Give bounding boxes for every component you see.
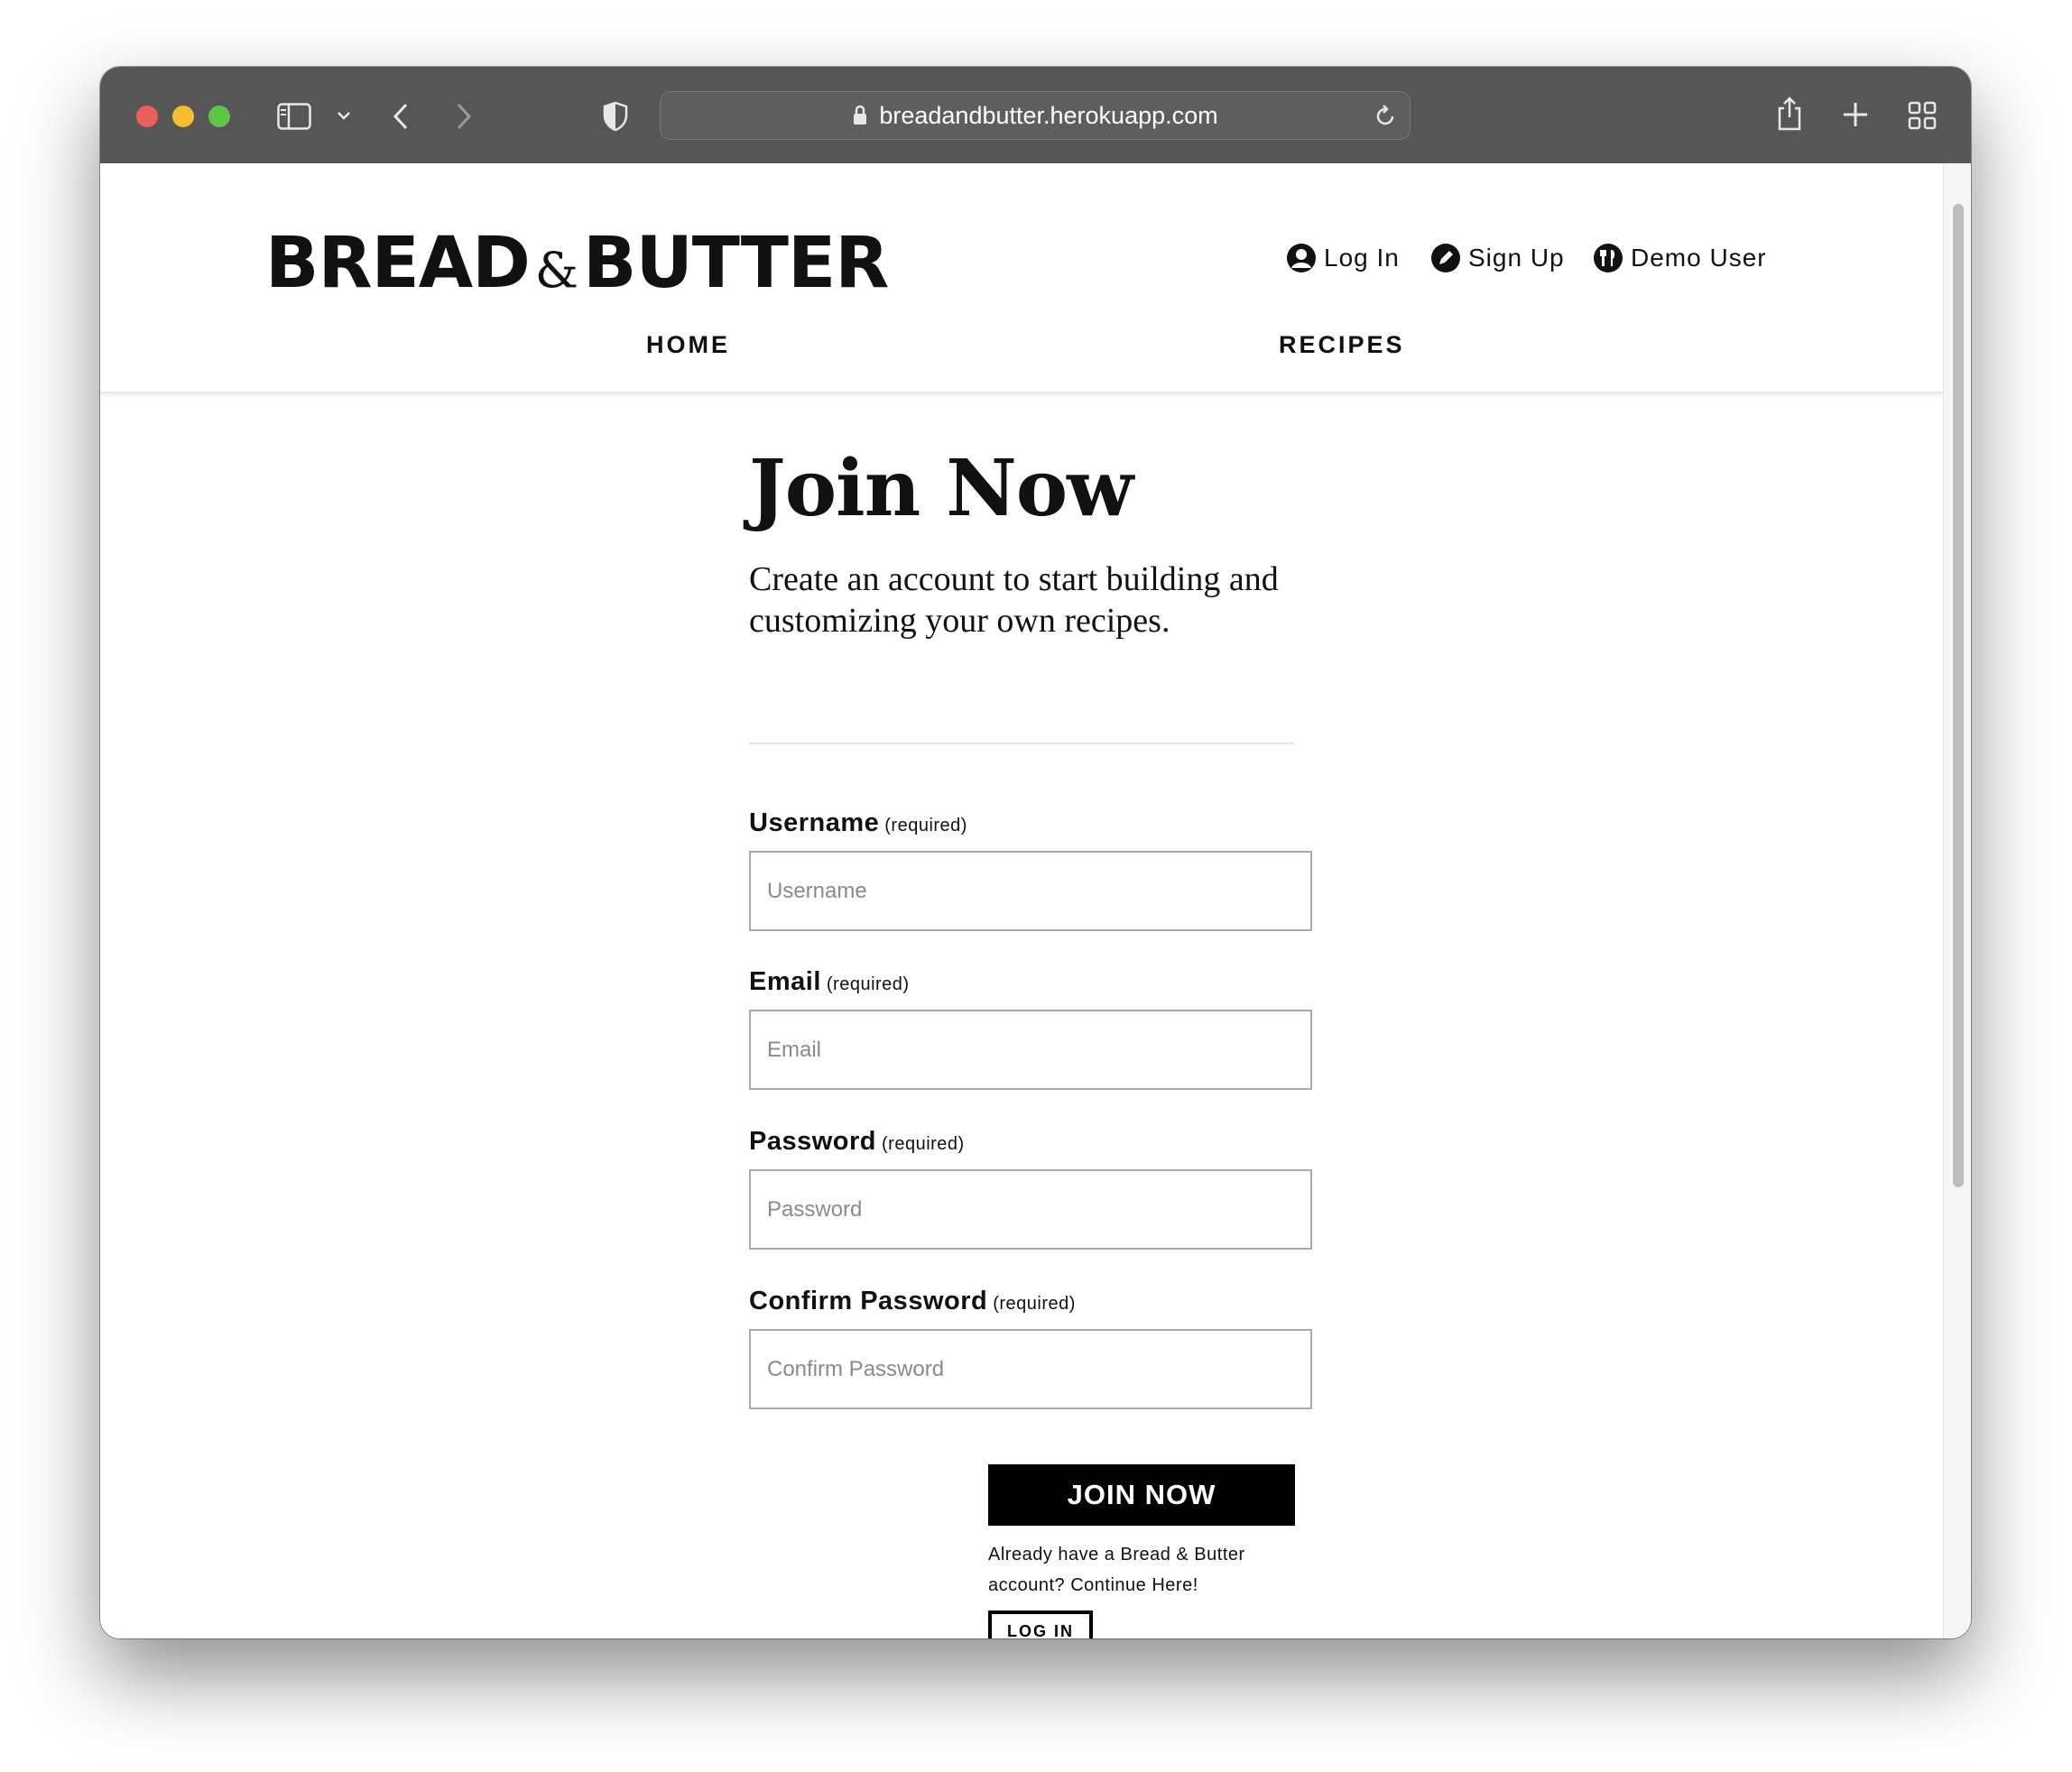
tab-overview-icon[interactable] bbox=[1906, 99, 1938, 132]
required-note: (required) bbox=[884, 816, 967, 835]
privacy-shield-icon[interactable] bbox=[600, 98, 631, 134]
pen-circle-icon bbox=[1430, 243, 1461, 273]
logo-word-bread: BREAD bbox=[265, 223, 531, 304]
logo-ampersand: & bbox=[534, 242, 578, 299]
close-window-button[interactable] bbox=[136, 106, 158, 127]
required-note: (required) bbox=[882, 1134, 965, 1154]
demo-user-link[interactable]: Demo User bbox=[1593, 243, 1767, 273]
utensils-circle-icon bbox=[1593, 243, 1623, 273]
logo-word-butter: BUTTER bbox=[583, 223, 889, 304]
signup-link[interactable]: Sign Up bbox=[1430, 243, 1565, 273]
username-label: Username (required) bbox=[749, 808, 967, 837]
username-input[interactable] bbox=[749, 851, 1312, 931]
demo-user-link-label: Demo User bbox=[1631, 244, 1767, 272]
page-title: Join Now bbox=[749, 443, 1133, 534]
site-header: BREAD &BUTTER Log In Sign Up Demo User H… bbox=[100, 163, 1944, 393]
new-tab-icon[interactable] bbox=[1840, 99, 1871, 130]
password-input[interactable] bbox=[749, 1169, 1312, 1250]
password-label: Password (required) bbox=[749, 1127, 965, 1156]
web-page: BREAD &BUTTER Log In Sign Up Demo User H… bbox=[100, 163, 1944, 1638]
login-button[interactable]: LOG IN bbox=[988, 1610, 1093, 1638]
sidebar-toggle-icon[interactable] bbox=[276, 98, 312, 134]
url-text: breadandbutter.herokuapp.com bbox=[879, 101, 1218, 129]
site-logo[interactable]: BREAD &BUTTER bbox=[265, 223, 889, 304]
share-icon[interactable] bbox=[1773, 92, 1806, 135]
reload-icon[interactable] bbox=[1374, 103, 1397, 134]
nav-home[interactable]: HOME bbox=[646, 331, 730, 359]
join-now-button[interactable]: JOIN NOW bbox=[988, 1464, 1295, 1526]
required-note: (required) bbox=[826, 974, 910, 994]
page-subtitle: Create an account to start building and … bbox=[749, 560, 1279, 640]
back-icon[interactable] bbox=[387, 98, 414, 134]
signup-link-label: Sign Up bbox=[1468, 244, 1565, 272]
scrollbar-thumb[interactable] bbox=[1953, 204, 1964, 1187]
forward-icon[interactable] bbox=[450, 98, 477, 134]
chevron-down-icon[interactable] bbox=[333, 105, 355, 126]
nav-recipes[interactable]: RECIPES bbox=[1279, 331, 1405, 359]
already-have-account-text: Already have a Bread & Butter account? C… bbox=[988, 1545, 1245, 1595]
zoom-window-button[interactable] bbox=[208, 106, 230, 127]
confirm-password-label: Confirm Password (required) bbox=[749, 1287, 1076, 1315]
scrollbar[interactable] bbox=[1943, 163, 1971, 1638]
confirm-password-input[interactable] bbox=[749, 1329, 1312, 1409]
required-note: (required) bbox=[993, 1294, 1076, 1314]
login-link-label: Log In bbox=[1324, 244, 1400, 272]
address-bar[interactable]: breadandbutter.herokuapp.com bbox=[660, 91, 1411, 140]
email-label: Email (required) bbox=[749, 967, 910, 996]
user-circle-icon bbox=[1286, 243, 1317, 273]
browser-window: breadandbutter.herokuapp.com BREAD &BUTTE… bbox=[100, 67, 1971, 1638]
lock-icon bbox=[852, 105, 868, 126]
email-input[interactable] bbox=[749, 1010, 1312, 1090]
divider bbox=[749, 743, 1294, 744]
minimize-window-button[interactable] bbox=[172, 106, 194, 127]
login-link[interactable]: Log In bbox=[1286, 243, 1400, 273]
browser-toolbar: breadandbutter.herokuapp.com bbox=[100, 67, 1971, 164]
